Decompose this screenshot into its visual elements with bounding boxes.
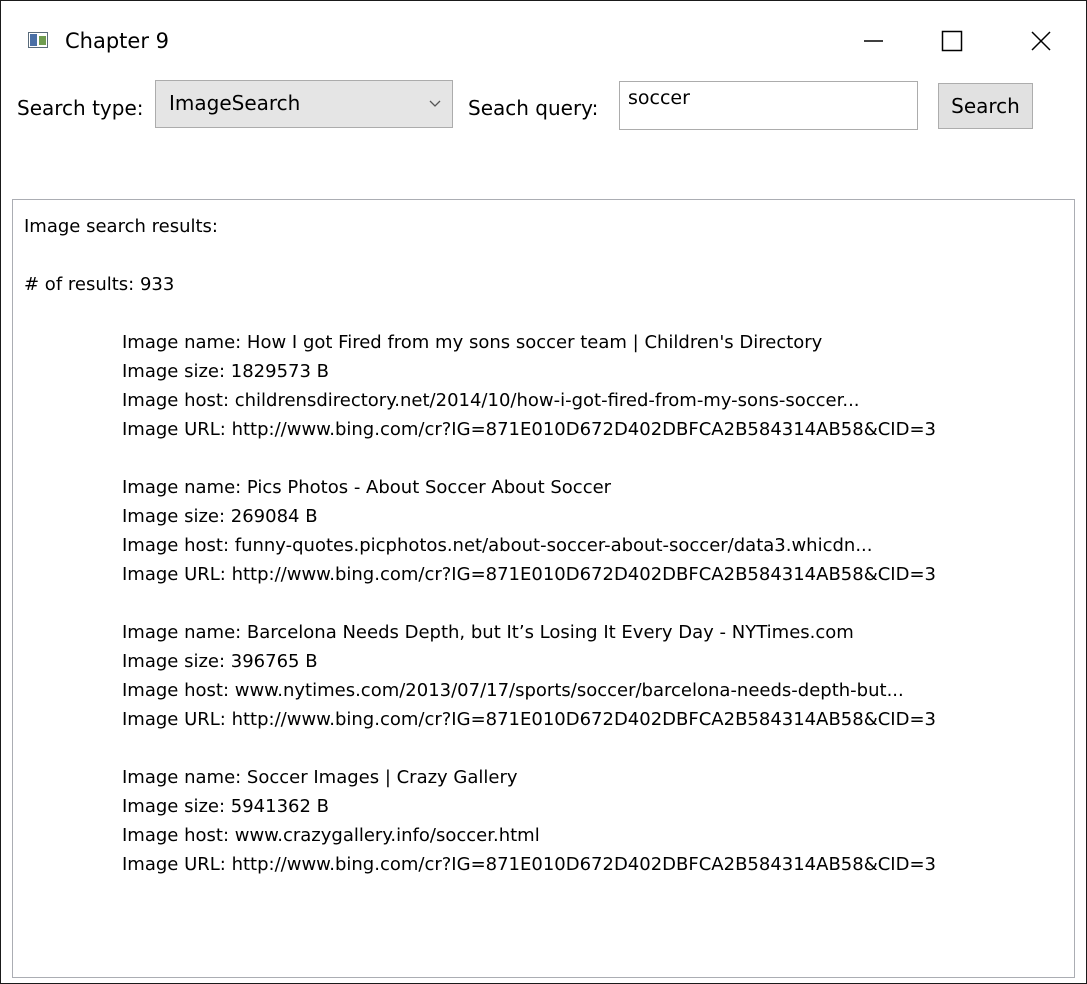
results-textbox[interactable]: Image search results: # of results: 933 …: [12, 199, 1075, 978]
result-image-host: Image host: funny-quotes.picphotos.net/a…: [122, 535, 873, 556]
result-item: Image name: Soccer Images | Crazy Galler…: [122, 763, 1069, 879]
result-item: Image name: Pics Photos - About Soccer A…: [122, 473, 1069, 589]
result-image-size: Image size: 396765 B: [122, 651, 318, 672]
maximize-icon: [941, 30, 963, 52]
result-image-size: Image size: 1829573 B: [122, 361, 330, 382]
window-title: Chapter 9: [65, 29, 169, 53]
results-heading: Image search results:: [24, 216, 218, 237]
result-image-name: Image name: Pics Photos - About Soccer A…: [122, 477, 612, 498]
result-image-host: Image host: childrensdirectory.net/2014/…: [122, 390, 860, 411]
app-window: Chapter 9 Search type: ImageSearch Seach…: [0, 0, 1087, 984]
search-button[interactable]: Search: [938, 83, 1033, 129]
result-image-url: Image URL: http://www.bing.com/cr?IG=871…: [122, 564, 936, 585]
result-image-host: Image host: www.nytimes.com/2013/07/17/s…: [122, 680, 904, 701]
search-type-combobox[interactable]: ImageSearch: [155, 80, 453, 128]
result-item: Image name: How I got Fired from my sons…: [122, 328, 1069, 444]
maximize-button[interactable]: [927, 16, 983, 66]
search-type-value: ImageSearch: [169, 91, 301, 115]
result-image-url: Image URL: http://www.bing.com/cr?IG=871…: [122, 709, 936, 730]
minimize-button[interactable]: [845, 16, 901, 66]
search-query-input[interactable]: [619, 81, 918, 130]
search-type-label: Search type:: [17, 96, 144, 120]
result-image-url: Image URL: http://www.bing.com/cr?IG=871…: [122, 419, 936, 440]
result-image-url: Image URL: http://www.bing.com/cr?IG=871…: [122, 854, 936, 875]
title-bar[interactable]: Chapter 9: [1, 1, 1086, 81]
result-item: Image name: Barcelona Needs Depth, but I…: [122, 618, 1069, 734]
result-image-name: Image name: How I got Fired from my sons…: [122, 332, 823, 353]
search-query-label: Seach query:: [468, 96, 599, 120]
close-icon: [1031, 31, 1051, 51]
result-image-host: Image host: www.crazygallery.info/soccer…: [122, 825, 540, 846]
results-count: # of results: 933: [24, 274, 175, 295]
app-icon: [28, 32, 48, 48]
minimize-icon: [864, 40, 883, 42]
close-button[interactable]: [1015, 16, 1071, 66]
chevron-down-icon: [429, 100, 441, 107]
result-image-size: Image size: 5941362 B: [122, 796, 330, 817]
result-image-size: Image size: 269084 B: [122, 506, 318, 527]
result-image-name: Image name: Soccer Images | Crazy Galler…: [122, 767, 518, 788]
result-image-name: Image name: Barcelona Needs Depth, but I…: [122, 622, 854, 643]
